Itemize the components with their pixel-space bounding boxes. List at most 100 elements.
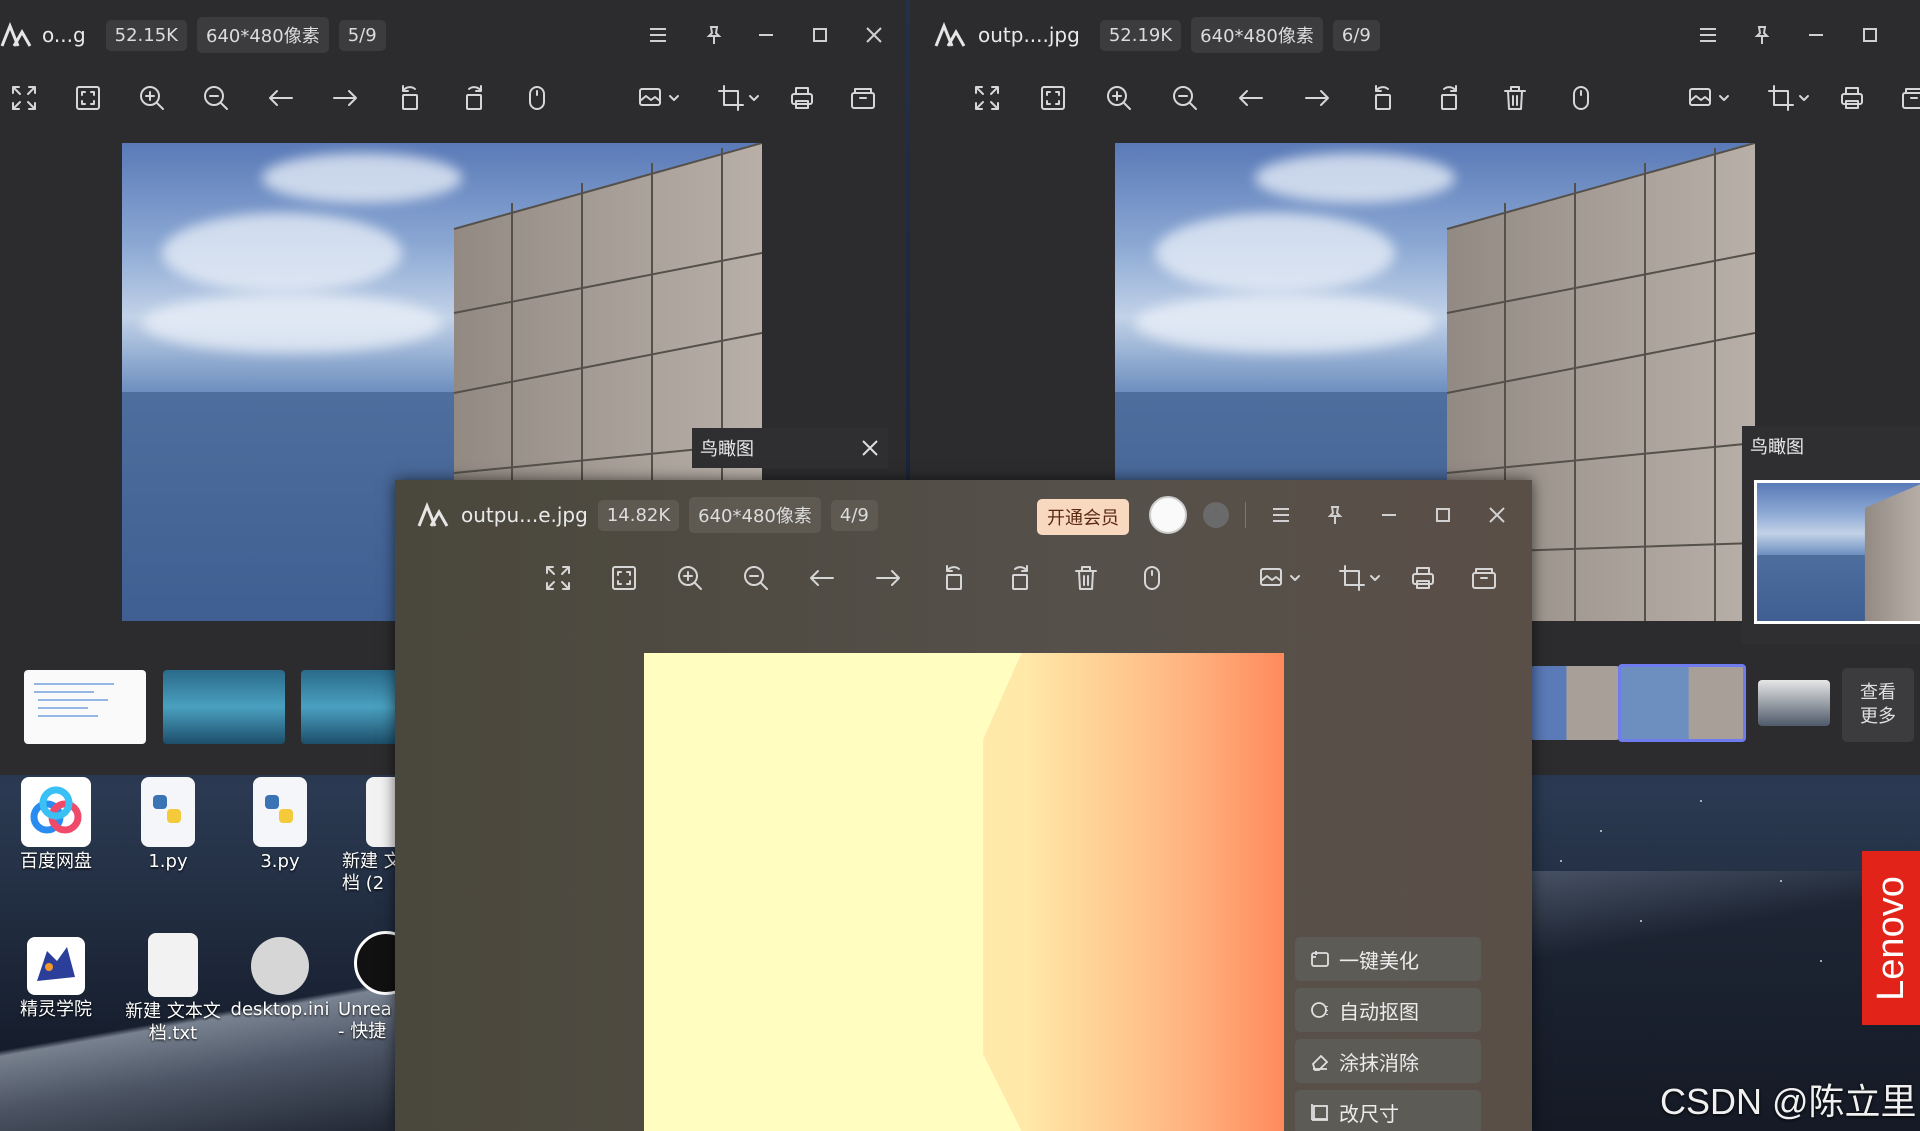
mouse-mode-button[interactable] <box>1561 78 1601 118</box>
zoom-out-button[interactable] <box>736 558 776 598</box>
open-folder-button[interactable] <box>1894 78 1920 118</box>
maximize-button[interactable] <box>1425 497 1461 533</box>
rotate-left-button[interactable] <box>1363 78 1403 118</box>
delete-button[interactable] <box>1495 78 1535 118</box>
zoom-in-button[interactable] <box>132 78 172 118</box>
crop-button[interactable] <box>710 78 766 118</box>
delete-button[interactable] <box>1066 558 1106 598</box>
image-index-badge: 5/9 <box>338 19 386 51</box>
close-button[interactable] <box>1479 497 1515 533</box>
maximize-icon <box>1436 508 1450 522</box>
pin-button[interactable] <box>1317 497 1353 533</box>
arrow-left-icon <box>810 570 834 586</box>
print-button[interactable] <box>1832 78 1872 118</box>
auto-cutout-button[interactable]: 自动抠图 <box>1295 988 1481 1032</box>
see-more-button[interactable]: 查看 更多 <box>1842 668 1914 742</box>
box-icon <box>1902 88 1920 109</box>
fit-screen-button[interactable] <box>1033 78 1073 118</box>
zoom-out-button[interactable] <box>196 78 236 118</box>
image-edit-button[interactable] <box>1680 78 1736 118</box>
main-image[interactable] <box>644 653 1284 1131</box>
next-button[interactable] <box>1297 78 1337 118</box>
minimize-button[interactable] <box>1798 17 1834 53</box>
image-edit-button[interactable] <box>630 78 686 118</box>
mouse-mode-button[interactable] <box>517 78 557 118</box>
minimize-button[interactable] <box>1371 497 1407 533</box>
pin-icon <box>706 26 722 44</box>
rotate-left-button[interactable] <box>390 78 430 118</box>
erase-button[interactable]: 涂抹消除 <box>1295 1039 1481 1083</box>
desktop-icon-label: Unrea - 快捷 <box>338 999 392 1042</box>
rotate-right-button[interactable] <box>1000 558 1040 598</box>
open-folder-button[interactable] <box>843 78 883 118</box>
fullscreen-button[interactable] <box>538 558 578 598</box>
previous-button[interactable] <box>261 78 301 118</box>
desktop-icon-3py[interactable]: 3.py <box>230 777 330 873</box>
open-folder-button[interactable] <box>1464 558 1504 598</box>
dimensions-badge: 640*480像素 <box>1191 17 1323 53</box>
desktop-icon-sprite-academy[interactable]: 精灵学院 <box>6 937 106 1021</box>
desktop-icon-new-doc-2[interactable]: 新建 文 档 (2 <box>326 777 396 895</box>
close-icon[interactable] <box>860 438 880 458</box>
zoom-out-button[interactable] <box>1165 78 1205 118</box>
thumbnail-selected[interactable] <box>1618 664 1746 742</box>
desktop-icon-label: 新建 文本文 档.txt <box>125 1001 221 1044</box>
desktop-icon-baidu-netdisk[interactable]: 百度网盘 <box>6 777 106 873</box>
rotate-right-button[interactable] <box>1429 78 1469 118</box>
zoom-in-button[interactable] <box>1099 78 1139 118</box>
rotate-right-button[interactable] <box>454 78 494 118</box>
desktop-icon-desktop-ini[interactable]: desktop.ini <box>230 937 330 1021</box>
previous-button[interactable] <box>802 558 842 598</box>
image-edit-icon <box>639 88 661 106</box>
vip-membership-button[interactable]: 开通会员 <box>1037 499 1129 535</box>
overview-thumbnail[interactable] <box>1754 480 1920 624</box>
desktop-icon-unreal[interactable]: Unrea - 快捷 <box>338 931 395 1043</box>
zoom-in-button[interactable] <box>670 558 710 598</box>
rotate-left-button[interactable] <box>934 558 974 598</box>
menu-icon <box>1273 508 1289 522</box>
menu-button[interactable] <box>1263 497 1299 533</box>
fit-screen-button[interactable] <box>604 558 644 598</box>
rotate-left-icon <box>402 85 418 110</box>
crop-button[interactable] <box>1331 558 1387 598</box>
close-button[interactable] <box>856 17 892 53</box>
thumbnail[interactable] <box>1758 680 1830 726</box>
previous-button[interactable] <box>1231 78 1271 118</box>
pin-button[interactable] <box>696 17 732 53</box>
settings-hex-icon[interactable] <box>1203 502 1229 528</box>
arrow-left-icon <box>1239 90 1263 106</box>
thumbnail[interactable] <box>163 670 285 744</box>
crop-icon <box>718 85 744 111</box>
image-edit-button[interactable] <box>1251 558 1307 598</box>
resize-button[interactable]: 改尺寸 <box>1295 1090 1481 1131</box>
lenovo-logo: Lenovo <box>1862 851 1920 1025</box>
print-button[interactable] <box>1403 558 1443 598</box>
fullscreen-button[interactable] <box>4 78 44 118</box>
unreal-engine-icon <box>354 931 395 995</box>
minimize-button[interactable] <box>748 17 784 53</box>
fullscreen-button[interactable] <box>967 78 1007 118</box>
maximize-button[interactable] <box>802 17 838 53</box>
menu-button[interactable] <box>1690 17 1726 53</box>
chevron-down-icon <box>1719 95 1729 101</box>
next-button[interactable] <box>325 78 365 118</box>
next-button[interactable] <box>868 558 908 598</box>
overview-panel[interactable] <box>1742 466 1920 644</box>
crop-icon <box>1339 565 1365 591</box>
image-viewer-window-front[interactable]: outpu...e.jpg 14.82K 640*480像素 4/9 开通会员 … <box>395 480 1532 1131</box>
beautify-button[interactable]: 一键美化 <box>1295 937 1481 981</box>
fit-screen-button[interactable] <box>68 78 108 118</box>
thumbnail[interactable] <box>24 670 146 744</box>
thumbnail[interactable] <box>1530 666 1620 740</box>
chevron-down-icon <box>1290 575 1300 581</box>
desktop-icon-1py[interactable]: 1.py <box>118 777 218 873</box>
avatar[interactable] <box>1149 496 1187 534</box>
desktop-icon-new-txt[interactable]: 新建 文本文 档.txt <box>118 933 228 1045</box>
maximize-button[interactable] <box>1852 17 1888 53</box>
mouse-mode-button[interactable] <box>1132 558 1172 598</box>
arrow-left-icon <box>269 90 293 106</box>
pin-button[interactable] <box>1744 17 1780 53</box>
crop-button[interactable] <box>1760 78 1816 118</box>
menu-button[interactable] <box>640 17 676 53</box>
print-button[interactable] <box>782 78 822 118</box>
